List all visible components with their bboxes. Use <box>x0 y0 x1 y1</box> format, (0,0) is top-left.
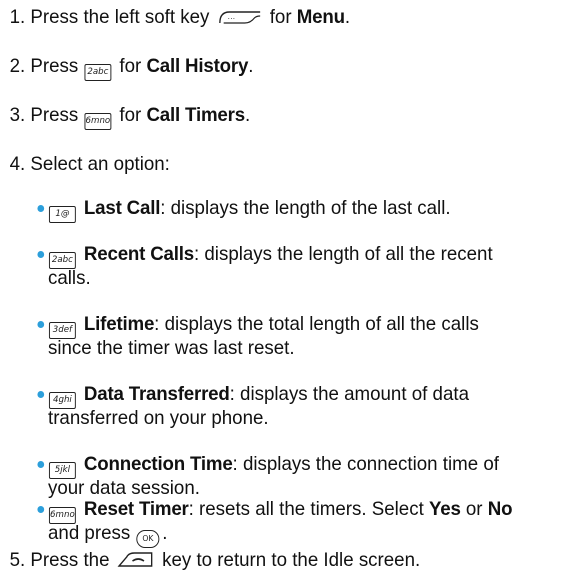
step-text: for <box>119 55 142 77</box>
step-number: 3. <box>9 104 26 126</box>
option-label: Recent Calls <box>83 243 194 265</box>
step-text: Press <box>30 55 79 77</box>
step-text: key to return to the Idle screen. <box>162 549 421 571</box>
option-last-call: 1@ Last Call: displays the length of the… <box>48 196 451 223</box>
punctuation: . <box>244 104 251 126</box>
option-label: Last Call <box>83 197 161 219</box>
step-text: for <box>269 6 292 28</box>
call-history-term: Call History <box>146 55 249 77</box>
option-data-transferred-line2: transferred on your phone. <box>48 406 269 430</box>
punctuation: . <box>344 6 351 28</box>
bullet-icon <box>37 391 45 398</box>
option-label: Data Transferred <box>83 383 230 405</box>
menu-term: Menu <box>296 6 345 28</box>
option-description: calls. <box>48 267 91 289</box>
step-text: Press the <box>30 549 110 571</box>
step-text: Press <box>30 104 79 126</box>
option-description: your data session. <box>48 477 200 499</box>
step-4: 4. Select an option: <box>10 152 170 176</box>
key-2abc-icon: 2abc <box>84 63 112 81</box>
option-description: : displays the total length of all the c… <box>154 313 479 335</box>
option-description: and press <box>48 522 131 544</box>
option-label: Lifetime <box>83 313 155 335</box>
step-text: Select an option: <box>30 153 170 175</box>
ok-key-icon: OK <box>136 530 160 548</box>
step-number: 4. <box>9 153 26 175</box>
step-number: 5. <box>9 549 26 571</box>
punctuation: . <box>162 522 168 544</box>
option-description: : displays the connection time of <box>232 453 499 475</box>
option-connection-time: 5jkl Connection Time: displays the conne… <box>48 452 499 479</box>
option-description: : displays the length of the last call. <box>160 197 451 219</box>
step-text: for <box>119 104 142 126</box>
option-lifetime: 3def Lifetime: displays the total length… <box>48 312 479 339</box>
option-reset-timer: 6mno Reset Timer: resets all the timers.… <box>48 497 512 524</box>
step-2: 2. Press 2abc for Call History. <box>9 54 254 81</box>
step-3: 3. Press 6mno for Call Timers. <box>9 103 251 130</box>
yes-term: Yes <box>428 498 461 520</box>
option-recent-calls-line2: calls. <box>48 266 91 290</box>
instruction-page: 1. Press the left soft key ··· for Menu.… <box>0 0 563 576</box>
step-number: 1. <box>9 6 26 28</box>
option-description: since the timer was last reset. <box>48 337 295 359</box>
step-text: Press the left soft key <box>30 6 210 28</box>
bullet-icon <box>37 506 45 513</box>
bullet-icon <box>37 461 45 468</box>
option-lifetime-line2: since the timer was last reset. <box>48 336 295 360</box>
key-1-icon: 1@ <box>48 205 76 223</box>
option-description: or <box>465 498 483 520</box>
no-term: No <box>487 498 513 520</box>
call-timers-term: Call Timers <box>146 104 245 126</box>
option-description: : displays the amount of data <box>229 383 469 405</box>
option-description: : displays the length of all the recent <box>193 243 493 265</box>
bullet-icon <box>37 321 45 328</box>
option-description: transferred on your phone. <box>48 407 269 429</box>
step-1: 1. Press the left soft key ··· for Menu. <box>10 5 351 29</box>
left-soft-key-icon: ··· <box>218 11 260 24</box>
option-description: : resets all the timers. Select <box>188 498 424 520</box>
step-number: 2. <box>9 55 26 77</box>
bullet-icon <box>37 205 45 212</box>
step-5: 5. Press the key to return to the Idle s… <box>10 548 421 572</box>
option-reset-timer-line2: and press OK. <box>48 521 168 548</box>
key-6mno-icon: 6mno <box>84 112 112 130</box>
bullet-icon <box>37 251 45 258</box>
option-label: Reset Timer <box>83 498 189 520</box>
option-data-transferred: 4ghi Data Transferred: displays the amou… <box>48 382 469 409</box>
option-recent-calls: 2abc Recent Calls: displays the length o… <box>48 242 493 269</box>
end-key-icon <box>118 552 153 567</box>
punctuation: . <box>248 55 254 77</box>
svg-text:···: ··· <box>227 14 235 23</box>
option-label: Connection Time <box>83 453 233 475</box>
